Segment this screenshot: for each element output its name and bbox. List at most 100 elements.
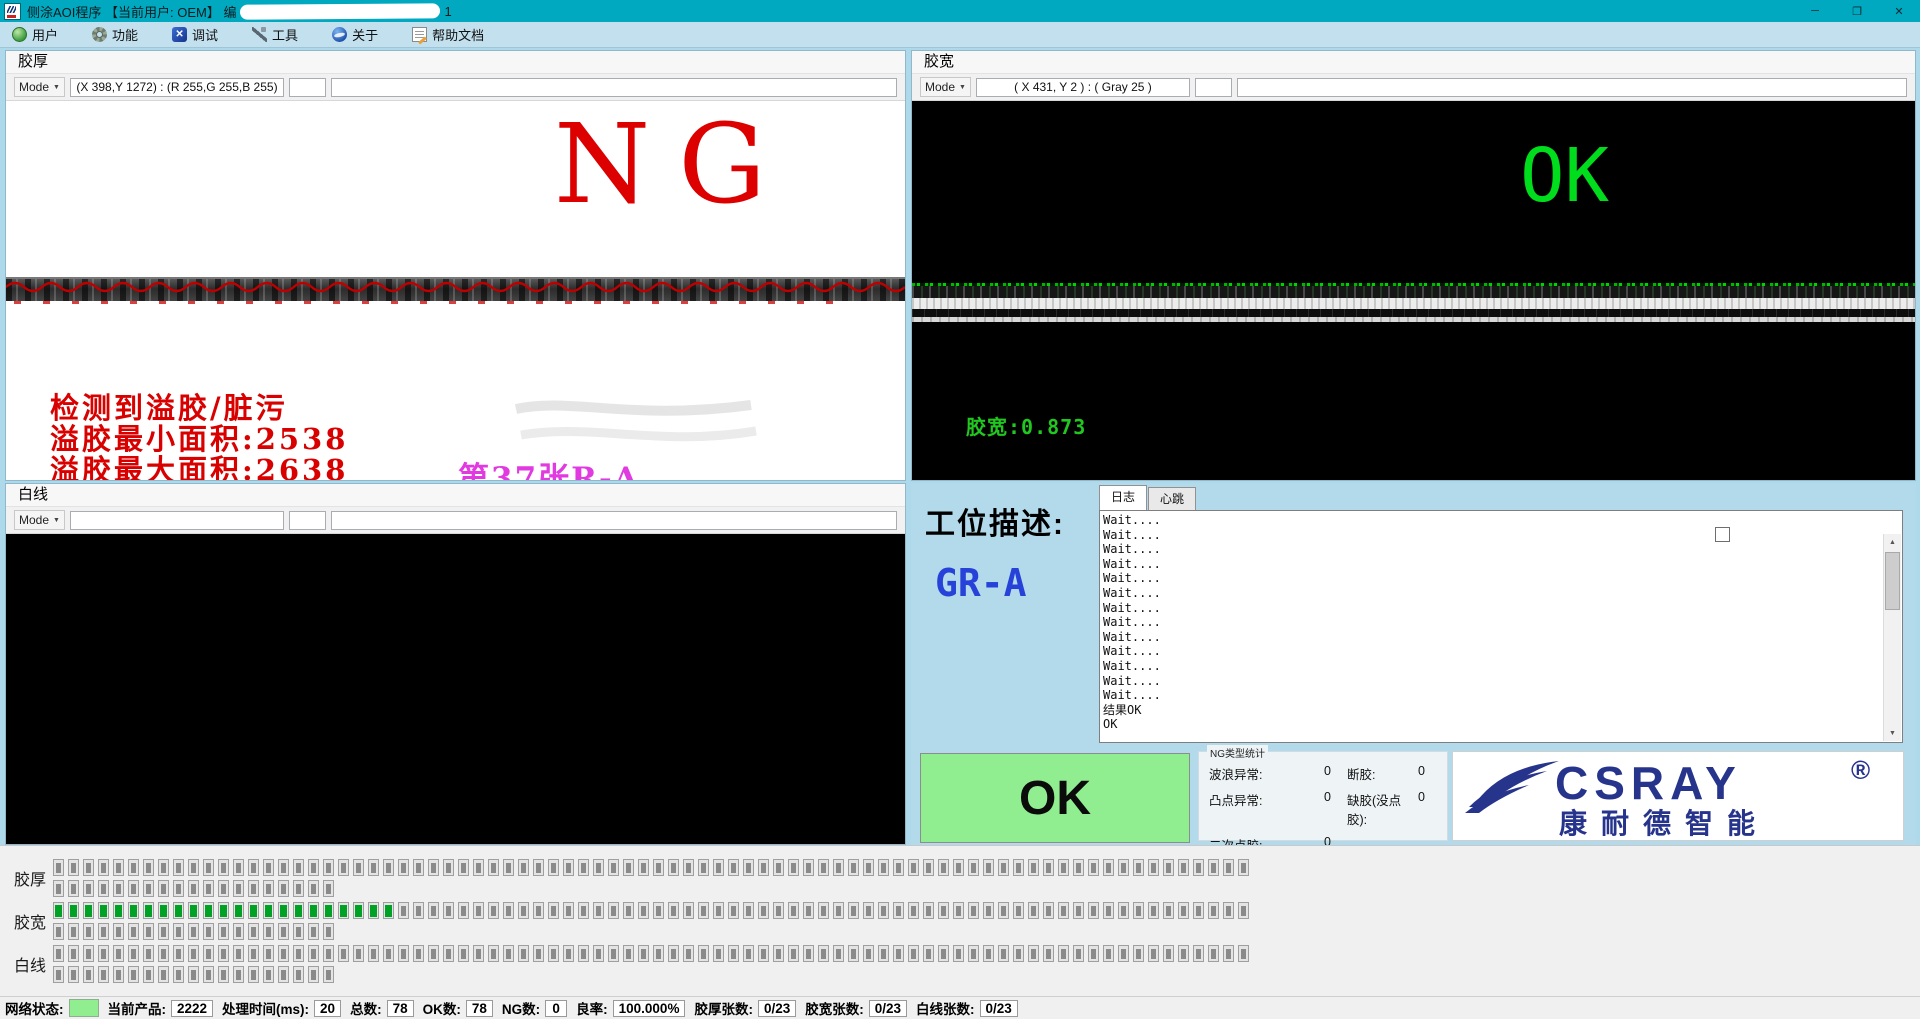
frame-cell-empty [98, 945, 109, 962]
glue-thickness-info-field[interactable] [331, 78, 897, 97]
frame-cell-empty [668, 945, 679, 962]
frame-cell-empty [68, 966, 79, 983]
frame-cell-empty [998, 902, 1009, 919]
frame-cell-empty [218, 966, 229, 983]
maximize-button[interactable]: ❐ [1836, 0, 1878, 22]
brand-logo-box: CSRAY ® 康耐德智能 [1452, 751, 1904, 841]
white-line-info-field[interactable] [331, 511, 897, 530]
log-scrollbar[interactable]: ▲ ▼ [1883, 534, 1901, 741]
station-label: 工位描述: [925, 499, 1065, 543]
frame-cell-empty [908, 902, 919, 919]
log-line: Wait.... [1103, 688, 1882, 703]
log-line: Wait.... [1103, 571, 1882, 586]
frame-cell-empty [188, 945, 199, 962]
frame-cell-empty [368, 945, 379, 962]
menu-item-debug[interactable]: 调试 [168, 23, 222, 46]
frame-cell-empty [1058, 902, 1069, 919]
glue-width-image[interactable]: OK 胶宽:0.873 [912, 101, 1915, 480]
frame-cell-empty [248, 945, 259, 962]
frame-cell-empty [68, 923, 79, 940]
frame-cell-empty [713, 859, 724, 876]
status-value: 0/23 [758, 1000, 796, 1017]
log-tab-active[interactable]: 日志 [1099, 485, 1147, 510]
glue-white-band-2 [912, 317, 1915, 322]
frame-cell-empty [1163, 945, 1174, 962]
frame-cell-empty [803, 902, 814, 919]
glue-width-small-field[interactable] [1195, 78, 1232, 97]
glue-width-coords-field[interactable]: ( X 431, Y 2 ) : ( Gray 25 ) [976, 78, 1190, 97]
frame-cell-empty [623, 945, 634, 962]
status-label: OK数: [423, 998, 461, 1018]
menu-item-func[interactable]: 功能 [88, 23, 142, 46]
white-line-small-field[interactable] [289, 511, 326, 530]
minimize-button[interactable]: ─ [1794, 0, 1836, 22]
frame-cell-empty [788, 859, 799, 876]
close-button[interactable]: ✕ [1878, 0, 1920, 22]
frame-cell-empty [728, 945, 739, 962]
glue-thickness-image[interactable]: NG 检测到溢胶/脏污 溢胶最小面积:2538 溢胶最大面积:2638 第37张… [6, 101, 905, 480]
frame-cell-empty [1013, 902, 1024, 919]
frame-cell-empty [563, 945, 574, 962]
frame-cell-empty [263, 945, 274, 962]
white-line-mode-dropdown[interactable]: Mode ▼ [14, 510, 65, 530]
result-ok-button[interactable]: OK [920, 753, 1190, 843]
frame-cell-empty [308, 966, 319, 983]
glue-thickness-coords-field[interactable]: (X 398,Y 1272) : (R 255,G 255,B 255) [70, 78, 284, 97]
frame-cell-empty [893, 945, 904, 962]
white-line-image[interactable] [6, 534, 905, 844]
frame-cell-empty [1118, 945, 1129, 962]
frame-cell-ok [173, 902, 184, 919]
frame-cell-empty [293, 880, 304, 897]
log-content[interactable]: Wait....Wait....Wait....Wait....Wait....… [1099, 510, 1903, 743]
frame-cell-empty [143, 945, 154, 962]
frame-cell-empty [218, 880, 229, 897]
debug-icon [172, 27, 187, 42]
frame-cell-empty [188, 923, 199, 940]
frame-cell-ok [308, 902, 319, 919]
frame-cell-empty [113, 966, 124, 983]
frame-cell-ok [83, 902, 94, 919]
frame-cell-empty [518, 945, 529, 962]
indicator-row [53, 880, 1249, 897]
log-tab-inactive[interactable]: 心跳 [1148, 487, 1196, 510]
panel-glue-width: 胶宽 Mode ▼ ( X 431, Y 2 ) : ( Gray 25 ) O… [911, 50, 1916, 481]
indicator-row [53, 923, 1249, 940]
frame-cell-empty [1028, 945, 1039, 962]
status-item-product: 当前产品:2222 [108, 998, 214, 1018]
frame-cell-empty [878, 902, 889, 919]
frame-cell-empty [68, 880, 79, 897]
log-line: Wait.... [1103, 586, 1882, 601]
frame-cell-empty [878, 945, 889, 962]
glue-thickness-small-field[interactable] [289, 78, 326, 97]
frame-cell-empty [1193, 945, 1204, 962]
menu-item-user[interactable]: 用户 [8, 23, 62, 46]
frame-cell-empty [293, 923, 304, 940]
scroll-thumb[interactable] [1885, 552, 1900, 610]
status-item-ok-count: OK数:78 [423, 998, 493, 1018]
frame-cell-empty [83, 923, 94, 940]
frame-cell-ok [128, 902, 139, 919]
white-line-coords-field[interactable] [70, 511, 284, 530]
menu-item-tools[interactable]: 工具 [248, 23, 302, 46]
status-item-network: 网络状态: [5, 998, 99, 1018]
status-item-thickness-frames: 胶厚张数:0/23 [694, 998, 796, 1018]
ng-stat-value: 0 [1418, 764, 1425, 783]
menu-item-about[interactable]: 关于 [328, 23, 382, 46]
log-checkbox[interactable] [1715, 527, 1730, 542]
frame-cell-empty [593, 859, 604, 876]
glue-width-mode-dropdown[interactable]: Mode ▼ [920, 77, 971, 97]
glue-width-info-field[interactable] [1237, 78, 1907, 97]
frame-cell-empty [833, 902, 844, 919]
help-icon [412, 27, 427, 42]
frame-cell-empty [248, 859, 259, 876]
scroll-down-arrow[interactable]: ▼ [1884, 725, 1901, 741]
frame-cell-empty [113, 880, 124, 897]
ng-stats-grid: 波浪异常:0断胶:0凸点异常:0缺胶(没点胶):0二次点胶:0 [1199, 752, 1447, 854]
defect-marks [14, 301, 841, 304]
menu-item-help[interactable]: 帮助文档 [408, 23, 488, 46]
scroll-up-arrow[interactable]: ▲ [1884, 534, 1901, 550]
frame-cell-empty [83, 945, 94, 962]
frame-cell-empty [398, 859, 409, 876]
glue-thickness-mode-dropdown[interactable]: Mode ▼ [14, 77, 65, 97]
frame-cell-empty [518, 902, 529, 919]
